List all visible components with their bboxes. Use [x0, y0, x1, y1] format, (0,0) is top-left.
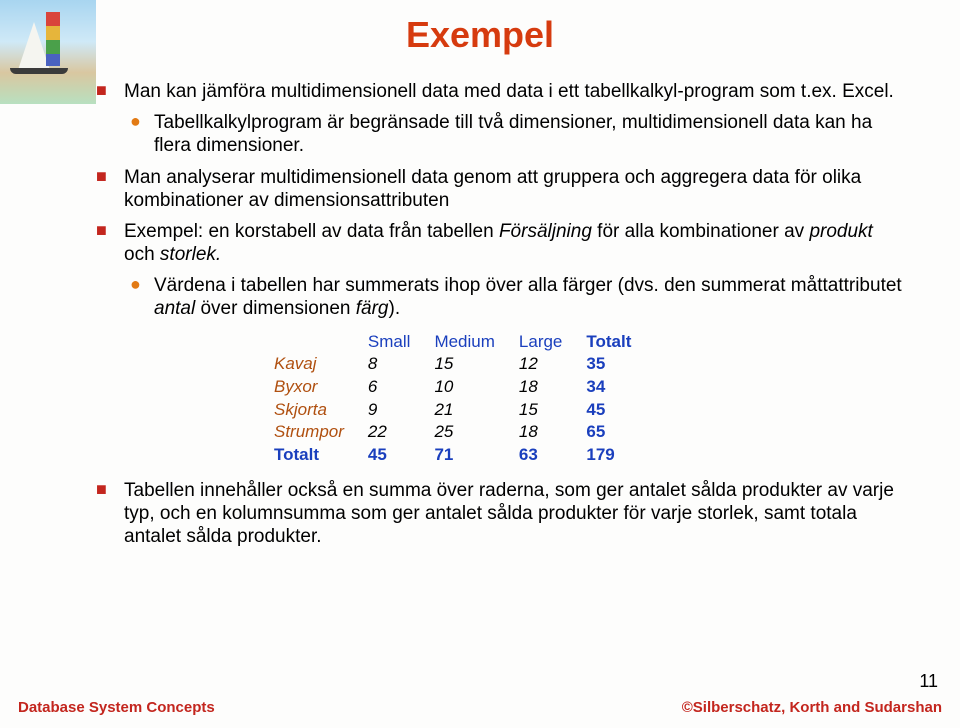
text-em: storlek. [160, 244, 221, 265]
bullet-text: Man analyserar multidimensionell data ge… [124, 166, 906, 212]
table-row-total: Totalt 45 71 63 179 [266, 444, 647, 467]
cell-total: 45 [360, 444, 427, 467]
table-row: Skjorta 9 21 15 45 [266, 399, 647, 422]
table-header-row: Small Medium Large Totalt [266, 331, 647, 354]
bullet-icon: ■ [96, 80, 124, 103]
row-label: Skjorta [266, 399, 360, 422]
bullet-icon: ■ [96, 479, 124, 549]
cell: 15 [511, 399, 578, 422]
text-em: Försäljning [499, 221, 592, 242]
bullet-icon: ■ [96, 166, 124, 212]
bullet-text: Tabellkalkylprogram är begränsade till t… [154, 111, 906, 157]
text-fragment: och [124, 244, 160, 265]
text-fragment: Värdena i tabellen har summerats ihop öv… [154, 275, 902, 296]
slide-title: Exempel [0, 14, 960, 56]
col-header: Small [360, 331, 427, 354]
cell: 12 [511, 353, 578, 376]
cell: 21 [426, 399, 510, 422]
bullet-level1: ■ Tabellen innehåller också en summa öve… [96, 479, 906, 549]
cell-total: 63 [511, 444, 578, 467]
cell-total: 35 [578, 353, 647, 376]
bullet-icon: ● [130, 274, 154, 320]
cell: 6 [360, 376, 427, 399]
cell-total: 34 [578, 376, 647, 399]
col-header-total: Totalt [578, 331, 647, 354]
bullet-icon: ■ [96, 220, 124, 266]
cell: 18 [511, 421, 578, 444]
row-label: Strumpor [266, 421, 360, 444]
bullet-text: Exempel: en korstabell av data från tabe… [124, 220, 906, 266]
table-row: Strumpor 22 25 18 65 [266, 421, 647, 444]
bullet-level1: ■ Man analyserar multidimensionell data … [96, 166, 906, 212]
col-header: Medium [426, 331, 510, 354]
text-fragment: över dimensionen [195, 298, 356, 319]
cell: 18 [511, 376, 578, 399]
cell-total: 179 [578, 444, 647, 467]
table-row: Kavaj 8 15 12 35 [266, 353, 647, 376]
bullet-level2: ● Värdena i tabellen har summerats ihop … [130, 274, 906, 320]
cell-total: 45 [578, 399, 647, 422]
cell: 8 [360, 353, 427, 376]
bullet-text: Man kan jämföra multidimensionell data m… [124, 80, 906, 103]
data-table: Small Medium Large Totalt Kavaj 8 15 12 … [266, 331, 647, 467]
text-em: produkt [809, 221, 872, 242]
cell: 25 [426, 421, 510, 444]
bullet-level1: ■ Man kan jämföra multidimensionell data… [96, 80, 906, 103]
cell-total: 65 [578, 421, 647, 444]
footer-right: ©Silberschatz, Korth and Sudarshan [682, 699, 942, 716]
row-label: Kavaj [266, 353, 360, 376]
bullet-icon: ● [130, 111, 154, 157]
text-fragment: ). [389, 298, 401, 319]
text-em: färg [356, 298, 389, 319]
footer-left: Database System Concepts [18, 699, 215, 716]
page-number: 11 [919, 671, 938, 692]
row-label: Byxor [266, 376, 360, 399]
table-row: Byxor 6 10 18 34 [266, 376, 647, 399]
crosstab-table: Small Medium Large Totalt Kavaj 8 15 12 … [266, 331, 906, 467]
bullet-text: Värdena i tabellen har summerats ihop öv… [154, 274, 906, 320]
cell: 15 [426, 353, 510, 376]
bullet-level1: ■ Exempel: en korstabell av data från ta… [96, 220, 906, 266]
text-em: antal [154, 298, 195, 319]
slide-content: ■ Man kan jämföra multidimensionell data… [96, 80, 906, 556]
bullet-level2: ● Tabellkalkylprogram är begränsade till… [130, 111, 906, 157]
col-header: Large [511, 331, 578, 354]
cell: 9 [360, 399, 427, 422]
cell: 22 [360, 421, 427, 444]
row-label-total: Totalt [266, 444, 360, 467]
text-fragment: för alla kombinationer av [592, 221, 810, 242]
bullet-text: Tabellen innehåller också en summa över … [124, 479, 906, 549]
cell: 10 [426, 376, 510, 399]
cell-total: 71 [426, 444, 510, 467]
text-fragment: Exempel: en korstabell av data från tabe… [124, 221, 499, 242]
